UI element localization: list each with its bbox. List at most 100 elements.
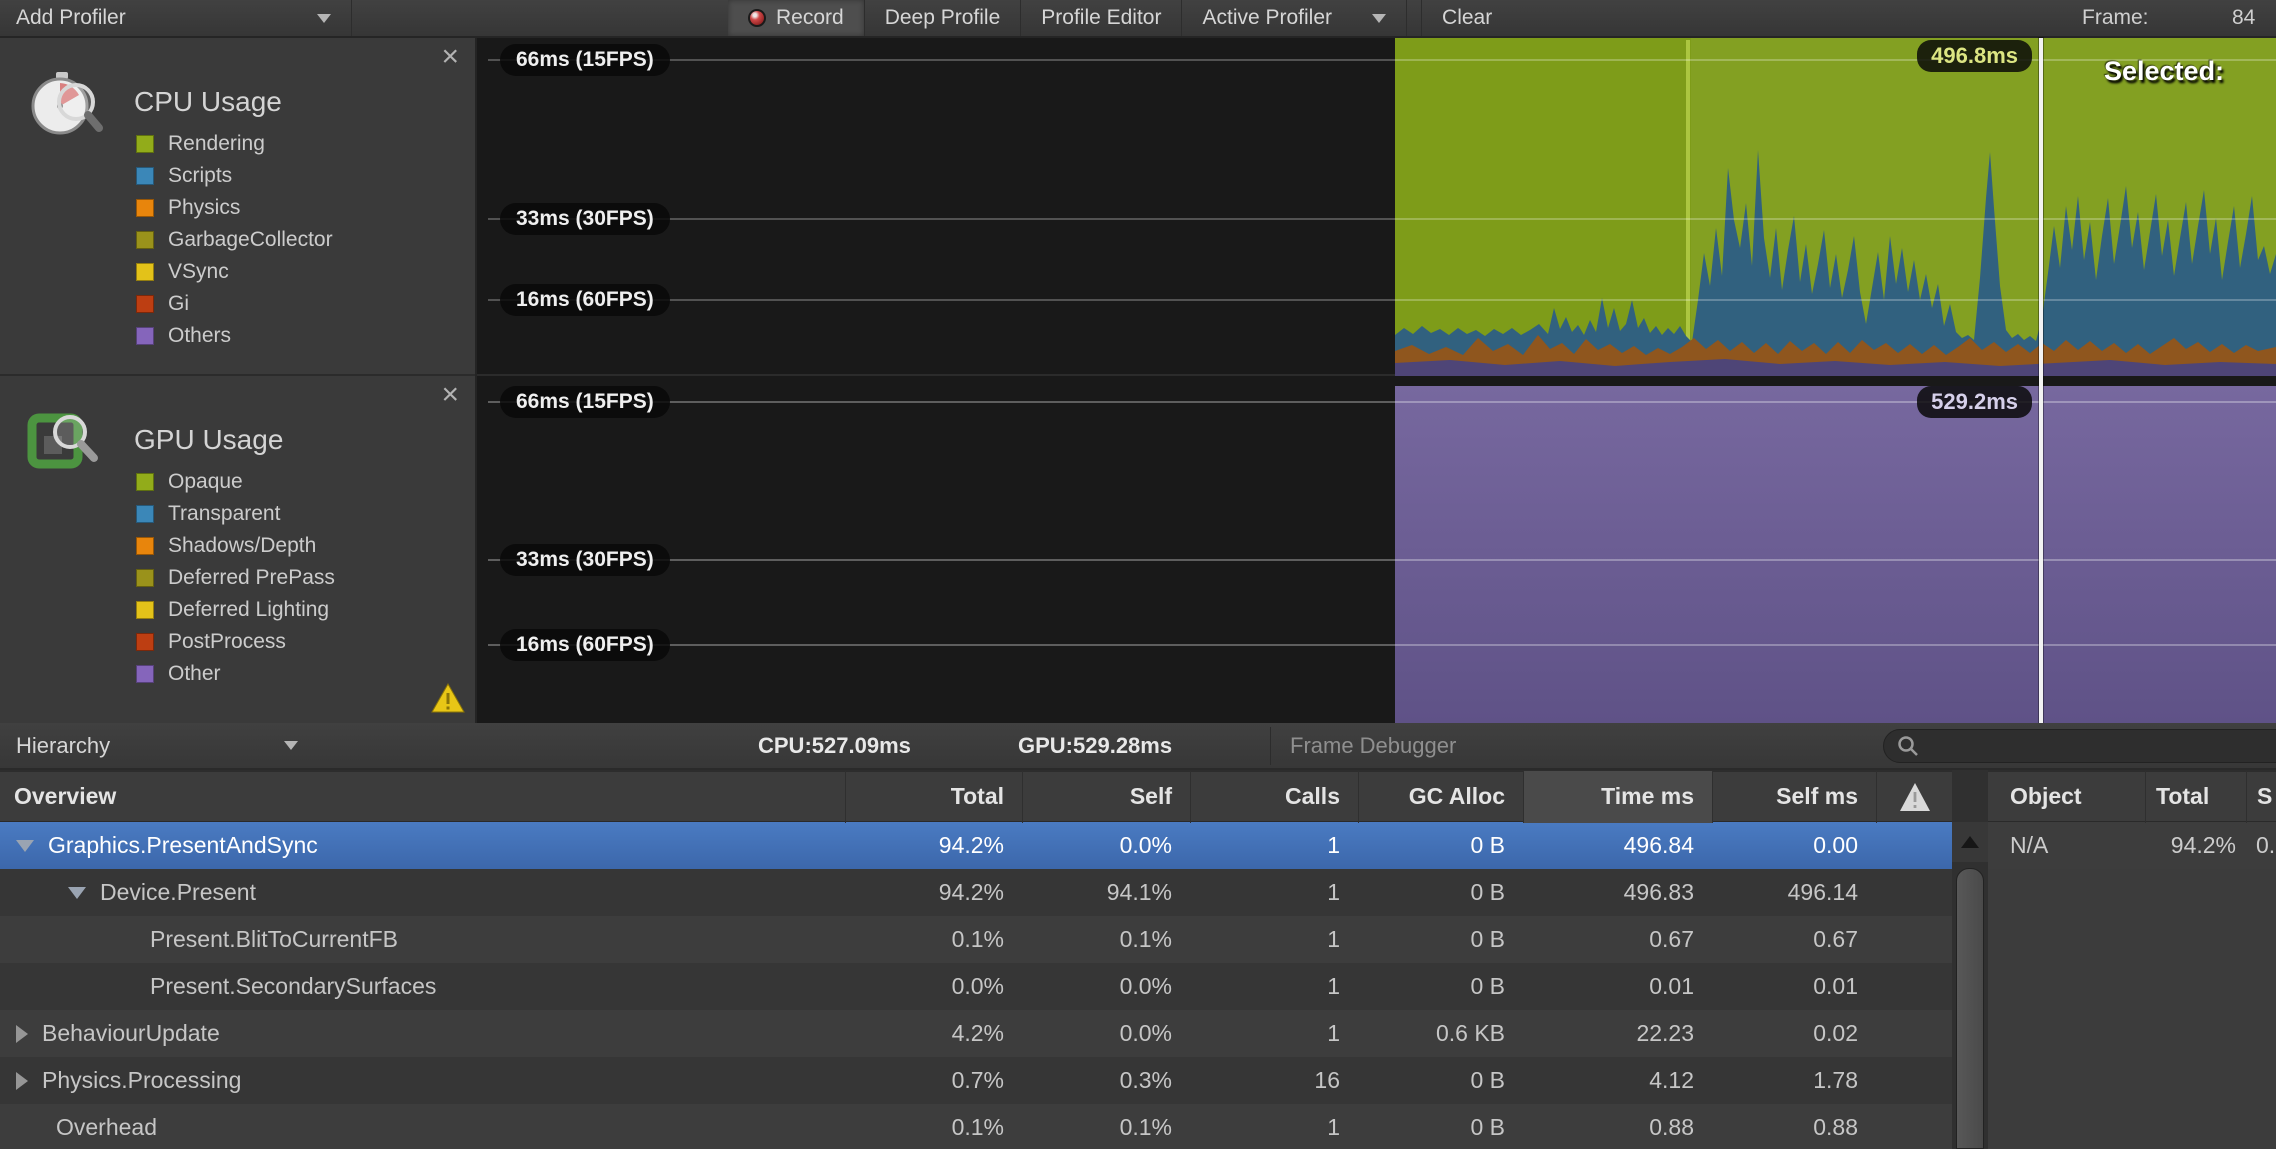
cpu-selected-frame-time-badge: 496.8ms: [1917, 40, 2032, 72]
garbagecollector-swatch-icon: [136, 231, 154, 249]
warning-column-icon: [1899, 782, 1931, 812]
hierarchy-table: Overview Total Self Calls GC Alloc Time …: [0, 770, 1952, 1149]
close-icon[interactable]: ×: [435, 40, 465, 74]
row-label: Present.SecondarySurfaces: [150, 973, 436, 1000]
row-label: Graphics.PresentAndSync: [48, 832, 318, 859]
view-mode-dropdown[interactable]: Hierarchy: [16, 723, 296, 768]
profile-editor-label: Profile Editor: [1041, 6, 1161, 30]
deferred-lighting-swatch-icon: [136, 601, 154, 619]
scrollbar-thumb[interactable]: [1956, 868, 1984, 1149]
deferred-prepass-swatch-icon: [136, 569, 154, 587]
scroll-up-button[interactable]: [1952, 822, 1988, 862]
legend-item: Rendering: [136, 128, 333, 160]
deep-profile-button[interactable]: Deep Profile: [865, 0, 1022, 36]
expander-open-icon[interactable]: [16, 840, 34, 852]
row-label: Present.BlitToCurrentFB: [150, 926, 398, 953]
scripts-swatch-icon: [136, 167, 154, 185]
active-profiler-dropdown[interactable]: Active Profiler: [1182, 0, 1407, 36]
record-icon: [748, 9, 766, 27]
legend-item: VSync: [136, 256, 333, 288]
expander-open-icon[interactable]: [68, 887, 86, 899]
divider: [1270, 727, 1271, 765]
opaque-swatch-icon: [136, 473, 154, 491]
table-row[interactable]: Overhead 0.1% 0.1% 1 0 B 0.88 0.88: [0, 1104, 1952, 1149]
add-profiler-label: Add Profiler: [16, 6, 126, 30]
column-header-object[interactable]: Object: [1988, 771, 2145, 823]
legend-item: Transparent: [136, 498, 335, 530]
legend-item: Deferred Lighting: [136, 594, 335, 626]
chevron-down-icon: [317, 14, 331, 23]
cpu-gridline-label-16ms: 16ms (60FPS): [500, 284, 670, 316]
frame-label: Frame:: [2082, 0, 2149, 36]
cpu-profiler-icon: [24, 66, 104, 151]
column-header-time-ms[interactable]: Time ms: [1523, 771, 1712, 823]
table-row[interactable]: Device.Present 94.2% 94.1% 1 0 B 496.83 …: [0, 869, 1952, 916]
table-row[interactable]: Physics.Processing 0.7% 0.3% 16 0 B 4.12…: [0, 1057, 1952, 1104]
warning-icon: [431, 682, 465, 719]
gpu-panel-title: GPU Usage: [134, 424, 283, 456]
gpu-gridline-label-33ms: 33ms (30FPS): [500, 544, 670, 576]
clear-label: Clear: [1442, 6, 1492, 30]
gpu-profiler-icon: [24, 404, 104, 489]
frame-debugger-button[interactable]: Frame Debugger: [1290, 723, 1456, 768]
gpu-usage-module[interactable]: GPU Usage × Opaque Transparent Shadows/D…: [0, 376, 475, 721]
column-header-object-total[interactable]: Total: [2145, 771, 2246, 823]
table-row[interactable]: BehaviourUpdate 4.2% 0.0% 1 0.6 KB 22.23…: [0, 1010, 1952, 1057]
legend-item: Other: [136, 658, 335, 690]
others-swatch-icon: [136, 327, 154, 345]
row-label: Physics.Processing: [42, 1067, 241, 1094]
table-row[interactable]: Graphics.PresentAndSync 94.2% 0.0% 1 0 B…: [0, 822, 1952, 869]
column-header-self-ms[interactable]: Self ms: [1712, 771, 1876, 823]
column-header-gc-alloc[interactable]: GC Alloc: [1358, 771, 1523, 823]
record-label: Record: [776, 6, 844, 30]
selected-frame-line[interactable]: [2039, 38, 2043, 723]
table-row[interactable]: Present.BlitToCurrentFB 0.1% 0.1% 1 0 B …: [0, 916, 1952, 963]
legend-item: Opaque: [136, 466, 335, 498]
chevron-down-icon: [1372, 14, 1386, 23]
cpu-panel-title: CPU Usage: [134, 86, 282, 118]
column-header-overview[interactable]: Overview: [0, 771, 845, 823]
column-header-total[interactable]: Total: [845, 771, 1022, 823]
gi-swatch-icon: [136, 295, 154, 313]
search-input[interactable]: [1883, 729, 2276, 763]
hierarchy-table-header: Overview Total Self Calls GC Alloc Time …: [0, 770, 1952, 822]
close-icon[interactable]: ×: [435, 378, 465, 412]
gpu-selected-frame-time-badge: 529.2ms: [1917, 386, 2032, 418]
cpu-legend-list: Rendering Scripts Physics GarbageCollect…: [136, 128, 333, 352]
physics-swatch-icon: [136, 199, 154, 217]
hierarchy-toolbar: Hierarchy CPU:527.09ms GPU:529.28ms Fram…: [0, 723, 2276, 770]
expander-closed-icon[interactable]: [16, 1072, 28, 1090]
table-row[interactable]: Present.SecondarySurfaces 0.0% 0.0% 1 0 …: [0, 963, 1952, 1010]
vertical-scrollbar[interactable]: [1952, 770, 1988, 1149]
clear-button[interactable]: Clear: [1421, 0, 1512, 36]
profiler-modules-sidebar: CPU Usage × Rendering Scripts Physics Ga…: [0, 38, 477, 723]
legend-item: Physics: [136, 192, 333, 224]
profiler-toolbar: Add Profiler Record Deep Profile Profile…: [0, 0, 2276, 38]
unity-profiler-window: Add Profiler Record Deep Profile Profile…: [0, 0, 2276, 1149]
active-profiler-label: Active Profiler: [1202, 6, 1332, 30]
expander-closed-icon[interactable]: [16, 1025, 28, 1043]
legend-item: Deferred PrePass: [136, 562, 335, 594]
legend-item: Shadows/Depth: [136, 530, 335, 562]
gpu-gridline-label-16ms: 16ms (60FPS): [500, 629, 670, 661]
column-header-warnings[interactable]: [1876, 771, 1952, 823]
cpu-gridline-label-66ms: 66ms (15FPS): [500, 44, 670, 76]
object-total: 94.2%: [2145, 832, 2246, 859]
object-row[interactable]: N/A 94.2% 0.: [1988, 822, 2276, 869]
column-header-calls[interactable]: Calls: [1190, 771, 1358, 823]
deep-profile-label: Deep Profile: [885, 6, 1001, 30]
column-header-object-self[interactable]: S: [2246, 771, 2276, 823]
column-header-self[interactable]: Self: [1022, 771, 1190, 823]
object-name: N/A: [1988, 832, 2145, 859]
legend-item: GarbageCollector: [136, 224, 333, 256]
add-profiler-dropdown[interactable]: Add Profiler: [0, 0, 352, 36]
profile-editor-button[interactable]: Profile Editor: [1021, 0, 1182, 36]
view-mode-label: Hierarchy: [16, 733, 110, 759]
row-label: Device.Present: [100, 879, 256, 906]
row-label: Overhead: [56, 1114, 157, 1141]
cpu-usage-module[interactable]: CPU Usage × Rendering Scripts Physics Ga…: [0, 38, 475, 376]
selected-frame-caption: Selected:: [2104, 56, 2224, 87]
record-button[interactable]: Record: [728, 0, 865, 36]
legend-item: Others: [136, 320, 333, 352]
gpu-frame-time: GPU:529.28ms: [1018, 723, 1172, 768]
